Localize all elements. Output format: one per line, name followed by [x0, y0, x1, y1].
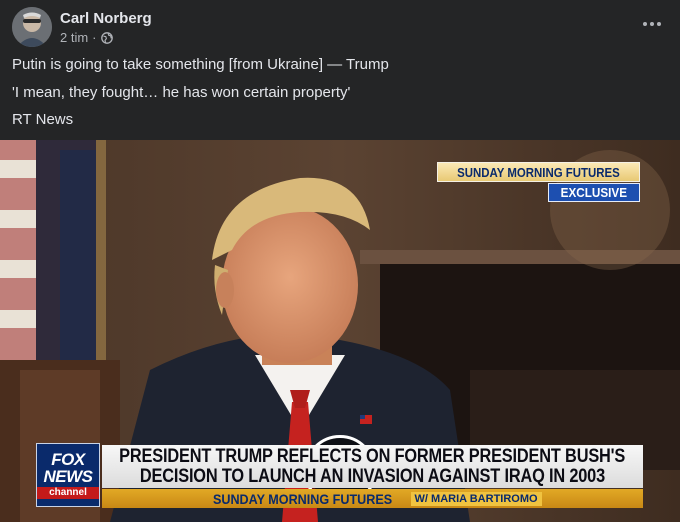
chyron-headline: PRESIDENT TRUMP REFLECTS ON FORMER PRESI…: [102, 445, 643, 488]
post-header: Carl Norberg 2 tim ·: [12, 7, 152, 47]
post-text: Putin is going to take something [from U…: [12, 55, 389, 138]
chyron-show-bar: SUNDAY MORNING FUTURES W/ MARIA BARTIROM…: [102, 489, 643, 508]
feed-post: Carl Norberg 2 tim · Putin is going to t…: [0, 0, 680, 522]
headline-line-1: PRESIDENT TRUMP REFLECTS ON FORMER PRESI…: [119, 445, 626, 467]
post-line: 'I mean, they fought… he has won certain…: [12, 83, 351, 101]
post-line: Putin is going to take something [from U…: [12, 56, 389, 73]
headline-line-2: DECISION TO LAUNCH AN INVASION AGAINST I…: [139, 465, 606, 487]
fox-news-logo: FOX NEWS channel: [36, 443, 100, 507]
chyron-host: W/ MARIA BARTIROMO: [410, 491, 542, 506]
logo-channel: channel: [37, 487, 99, 499]
post-line: RT News: [12, 111, 74, 128]
show-bug: SUNDAY MORNING FUTURES EXCLUSIVE: [437, 162, 640, 202]
more-dot: [643, 22, 647, 26]
bug-show-name: SUNDAY MORNING FUTURES: [437, 162, 640, 182]
more-dot: [657, 22, 661, 26]
author-name[interactable]: Carl Norberg: [60, 9, 152, 28]
more-options-icon[interactable]: [638, 12, 666, 36]
separator-dot: ·: [92, 29, 97, 45]
more-dot: [650, 22, 654, 26]
globe-icon: [100, 31, 113, 44]
avatar-photo: [12, 7, 52, 47]
post-meta: Carl Norberg 2 tim ·: [60, 9, 152, 46]
post-timestamp[interactable]: 2 tim: [60, 29, 88, 46]
avatar[interactable]: [12, 7, 52, 47]
logo-fox: FOX: [51, 450, 85, 469]
bug-exclusive-tag: EXCLUSIVE: [548, 183, 640, 202]
chyron-show-name: SUNDAY MORNING FUTURES: [213, 490, 393, 507]
post-subline: 2 tim ·: [60, 29, 152, 46]
logo-news: NEWS: [43, 467, 94, 486]
